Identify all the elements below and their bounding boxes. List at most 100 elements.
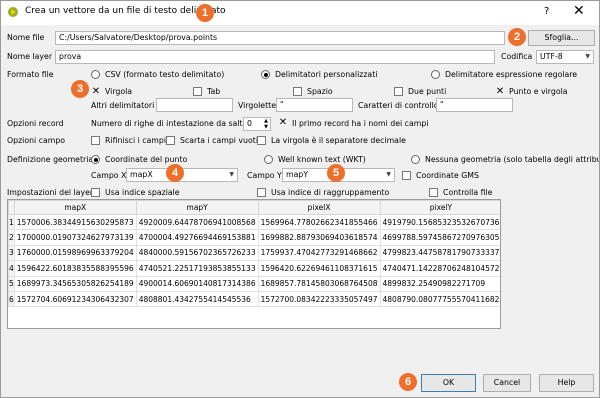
grouping-index-label: Usa indice di raggruppamento: [271, 188, 390, 197]
watch-file-label: Controlla file: [443, 188, 493, 197]
table-cell: 1699882.88793069403618574: [257, 229, 381, 246]
custom-delimiter-radio[interactable]: [261, 70, 270, 79]
table-cell: 4920009.64478706941008568: [135, 213, 259, 231]
csv-label: CSV (formato testo delimitato): [105, 70, 225, 79]
chevron-down-icon: ▼: [585, 53, 590, 60]
table-cell: 4808790.08077755570411682: [379, 290, 500, 308]
spatial-index-checkbox[interactable]: [91, 188, 100, 197]
table-cell: 4840000.59156702365726233: [135, 244, 259, 262]
x-field-label: Campo X: [91, 171, 127, 180]
punto-virgola-label: Punto e virgola: [509, 87, 568, 96]
column-header[interactable]: mapX: [13, 200, 137, 215]
gms-label: Coordinate GMS: [416, 171, 479, 180]
virgola-label: Virgola: [105, 87, 133, 96]
decimal-comma-label: La virgola è il separatore decimale: [271, 136, 406, 145]
spin-arrows-icon: ▲ ▼: [264, 118, 268, 130]
regex-label: Delimitatore espressione regolare: [445, 70, 578, 79]
due-punti-checkbox[interactable]: [394, 87, 403, 96]
tab-label: Tab: [207, 87, 221, 96]
skip-lines-value: 0: [247, 119, 252, 128]
regex-radio[interactable]: [431, 70, 440, 79]
table-row[interactable]: 5 1689973.34565305826254189 4900014.606901…: [8, 275, 500, 292]
no-geometry-radio[interactable]: [411, 155, 420, 164]
table-row[interactable]: 6 1572704.60691234306432307 4808801.434275…: [8, 290, 500, 308]
format-label: Formato file: [7, 70, 54, 79]
chevron-down-icon: ▼: [386, 171, 391, 178]
skip-lines-spinbox[interactable]: 0 ▲ ▼: [243, 117, 271, 131]
virgolette-label: Virgolette: [238, 101, 276, 110]
table-cell: 4919790.15685323532670736: [379, 213, 500, 231]
layer-label: Nome layer: [7, 52, 53, 61]
cancel-button[interactable]: Cancel: [483, 374, 531, 392]
wkt-label: Well known text (WKT): [278, 155, 366, 164]
chevron-down-icon: ▼: [229, 171, 234, 178]
close-icon[interactable]: ✕: [573, 3, 585, 19]
table-cell: 4740471.14228706248104572: [379, 260, 500, 277]
x-field-value: mapX: [130, 170, 153, 179]
table-cell: 4799823.44758781790733337: [379, 244, 500, 262]
table-cell: 4700004.49276694469153881: [135, 229, 259, 246]
help-button[interactable]: Help: [539, 374, 594, 392]
table-cell: 1596422.60183835588395596: [13, 260, 137, 277]
field-options-label: Opzioni campo: [7, 136, 66, 145]
encoding-select[interactable]: UTF-8 ▼: [536, 50, 594, 64]
step-marker-3: 3: [71, 80, 89, 98]
step-marker-4: 4: [166, 164, 184, 182]
step-marker-2: 2: [508, 28, 526, 46]
header-label: Il primo record ha i nomi dei campi: [292, 119, 429, 128]
file-label: Nome file: [7, 33, 45, 42]
title-bar: Crea un vettore da un file di testo deli…: [1, 1, 599, 25]
discard-checkbox[interactable]: [166, 136, 175, 145]
point-coords-radio[interactable]: [91, 155, 100, 164]
header-checked-icon[interactable]: ✕: [278, 118, 288, 128]
table-row[interactable]: 3 1760000.01598969963379204 4840000.591567…: [8, 244, 500, 262]
table-row[interactable]: 1 1570006.38344915630295873 4920009.644787…: [8, 213, 500, 231]
column-header[interactable]: pixelY: [379, 200, 500, 215]
grouping-index-checkbox[interactable]: [257, 188, 266, 197]
ok-button[interactable]: OK: [421, 374, 476, 392]
table-cell: 1596420.62269461108371615: [257, 260, 381, 277]
punto-virgola-checked-icon[interactable]: ✕: [495, 87, 505, 97]
trim-checkbox[interactable]: [91, 136, 100, 145]
table-row[interactable]: 2 1700000.01907324627973139 4700004.492766…: [8, 229, 500, 246]
skip-lines-label: Numero di righe di intestazione da salta…: [91, 119, 256, 128]
table-cell: 4808801.4342755414545536: [135, 290, 259, 308]
step-marker-5: 5: [327, 164, 345, 182]
layer-settings-label: Impostazioni del layer: [7, 188, 94, 197]
altri-delimitatori-input[interactable]: [156, 98, 233, 112]
wkt-radio[interactable]: [264, 155, 273, 164]
gms-checkbox[interactable]: [402, 171, 411, 180]
no-geometry-label: Nessuna geometria (solo tabella degli at…: [425, 155, 600, 164]
geometry-label: Definizione geometria: [7, 155, 94, 164]
column-header[interactable]: pixelX: [257, 200, 381, 215]
file-path-input[interactable]: C:/Users/Salvatore/Desktop/prova.points: [55, 31, 505, 45]
record-options-label: Opzioni record: [7, 119, 64, 128]
decimal-comma-checkbox[interactable]: [257, 136, 266, 145]
column-header[interactable]: mapY: [135, 200, 259, 215]
y-field-value: mapY: [286, 170, 309, 179]
virgola-checked-icon[interactable]: ✕: [91, 87, 101, 97]
step-marker-1: 1: [196, 4, 214, 22]
layer-name-input[interactable]: prova: [55, 50, 495, 64]
browse-button[interactable]: Sfoglia...: [528, 30, 595, 46]
table-row[interactable]: 4 1596422.60183835588395596 4740521.225171…: [8, 260, 500, 277]
virgolette-input[interactable]: ": [276, 98, 353, 112]
csv-radio[interactable]: [91, 70, 100, 79]
tab-checkbox[interactable]: [193, 87, 202, 96]
table-cell: 4740521.22517193853855133: [135, 260, 259, 277]
table-header-row: mapX mapY pixelX pixelY enable: [8, 200, 500, 215]
encoding-label: Codifica: [501, 52, 533, 61]
watch-file-checkbox[interactable]: [429, 188, 438, 197]
controllo-input[interactable]: ": [436, 98, 513, 112]
table-cell: 1700000.01907324627973139: [13, 229, 137, 246]
spazio-label: Spazio: [307, 87, 333, 96]
table-cell: 1689857.78145803068764508: [257, 275, 381, 292]
table-cell: 1572700.08342223335057497: [257, 290, 381, 308]
encoding-value: UTF-8: [540, 52, 563, 61]
table-cell: 1760000.01598969963379204: [13, 244, 137, 262]
spazio-checkbox[interactable]: [293, 87, 302, 96]
table-cell: 4899832.25490982271709: [379, 275, 500, 292]
help-icon[interactable]: ?: [544, 6, 549, 17]
table-cell: 1572704.60691234306432307: [13, 290, 137, 308]
discard-label: Scarta i campi vuoti: [180, 136, 258, 145]
